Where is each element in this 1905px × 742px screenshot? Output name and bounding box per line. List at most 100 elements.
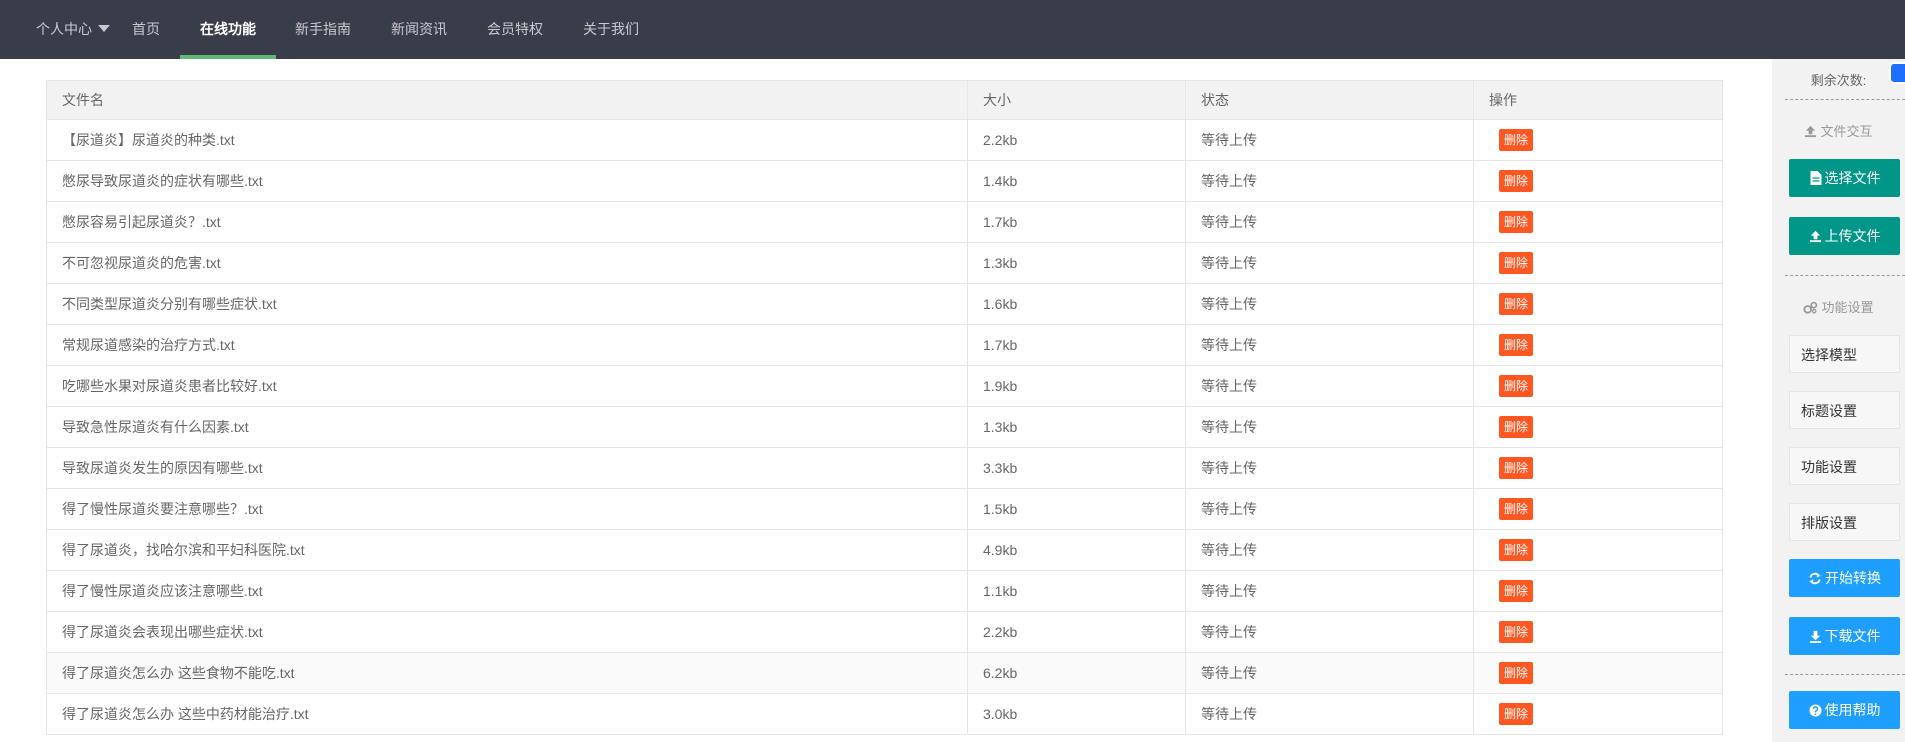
cell-size: 1.7kb xyxy=(967,201,1186,243)
nav-about[interactable]: 关于我们 xyxy=(583,0,639,59)
delete-button[interactable]: 删除 xyxy=(1499,129,1534,151)
table-header-row: 文件名 大小 状态 操作 xyxy=(46,80,1723,120)
title-settings-button[interactable]: 标题设置 xyxy=(1789,391,1900,429)
refresh-icon xyxy=(1809,572,1821,585)
delete-button[interactable]: 删除 xyxy=(1499,293,1534,315)
cell-filename: 导致尿道炎发生的原因有哪些.txt xyxy=(46,447,968,489)
nav-beginner-guide[interactable]: 新手指南 xyxy=(295,0,351,59)
start-convert-label: 开始转换 xyxy=(1825,570,1881,586)
delete-button[interactable]: 删除 xyxy=(1499,416,1534,438)
cell-actions: 删除 xyxy=(1473,201,1723,243)
file-table: 文件名 大小 状态 操作 【尿道炎】尿道炎的种类.txt 2.2kb 等待上传 删除憋… xyxy=(46,80,1723,735)
remaining-count: 剩余次数: xyxy=(1810,73,1867,88)
upload-icon xyxy=(1809,230,1821,243)
cell-filename: 得了尿道炎会表现出哪些症状.txt xyxy=(46,611,968,653)
cell-status: 等待上传 xyxy=(1185,406,1474,448)
cell-status: 等待上传 xyxy=(1185,447,1474,489)
nav-home[interactable]: 首页 xyxy=(132,0,160,59)
cell-filename: 得了尿道炎怎么办 这些中药材能治疗.txt xyxy=(46,693,968,735)
user-center-label: 个人中心 xyxy=(36,21,92,37)
nav-news[interactable]: 新闻资讯 xyxy=(391,0,447,59)
top-navbar: 个人中心 首页 在线功能 新手指南 新闻资讯 会员特权 关于我们 xyxy=(0,0,1905,59)
cell-actions: 删除 xyxy=(1473,242,1723,284)
delete-button[interactable]: 删除 xyxy=(1499,539,1534,561)
delete-button[interactable]: 删除 xyxy=(1499,375,1534,397)
table-row: 得了慢性尿道炎要注意哪些？.txt 1.5kb 等待上传 删除 xyxy=(46,488,1723,530)
layout-settings-button[interactable]: 排版设置 xyxy=(1789,503,1900,541)
delete-button[interactable]: 删除 xyxy=(1499,334,1534,356)
table-row: 不同类型尿道炎分别有哪些症状.txt 1.6kb 等待上传 删除 xyxy=(46,283,1723,325)
file-table-container: 文件名 大小 状态 操作 【尿道炎】尿道炎的种类.txt 2.2kb 等待上传 删除憋… xyxy=(46,80,1723,735)
download-file-button[interactable]: 下载文件 xyxy=(1789,617,1900,655)
delete-button[interactable]: 删除 xyxy=(1499,621,1534,643)
cell-actions: 删除 xyxy=(1473,119,1723,161)
table-row: 憋尿导致尿道炎的症状有哪些.txt 1.4kb 等待上传 删除 xyxy=(46,160,1723,202)
table-row: 常规尿道感染的治疗方式.txt 1.7kb 等待上传 删除 xyxy=(46,324,1723,366)
func-section-title: 功能设置 xyxy=(1772,297,1905,316)
cell-actions: 删除 xyxy=(1473,160,1723,202)
download-icon xyxy=(1809,630,1821,643)
cell-size: 1.5kb xyxy=(967,488,1186,530)
table-row: 得了尿道炎怎么办 这些中药材能治疗.txt 3.0kb 等待上传 删除 xyxy=(46,693,1723,735)
cell-actions: 删除 xyxy=(1473,447,1723,489)
chevron-down-icon xyxy=(98,25,110,32)
function-settings-button[interactable]: 功能设置 xyxy=(1789,447,1900,485)
help-label: 使用帮助 xyxy=(1824,702,1881,718)
table-row: 得了慢性尿道炎应该注意哪些.txt 1.1kb 等待上传 删除 xyxy=(46,570,1723,612)
cell-actions: 删除 xyxy=(1473,611,1723,653)
cell-size: 3.3kb xyxy=(967,447,1186,489)
cell-size: 1.6kb xyxy=(967,283,1186,325)
func-section-label: 功能设置 xyxy=(1821,300,1874,315)
select-model-button[interactable]: 选择模型 xyxy=(1789,335,1900,373)
divider xyxy=(1785,99,1905,100)
delete-button[interactable]: 删除 xyxy=(1499,580,1534,602)
help-button[interactable]: 使用帮助 xyxy=(1789,691,1900,729)
file-section-label: 文件交互 xyxy=(1820,124,1873,139)
upload-file-button[interactable]: 上传文件 xyxy=(1789,217,1900,255)
select-file-label: 选择文件 xyxy=(1824,170,1881,186)
delete-button[interactable]: 删除 xyxy=(1499,703,1534,725)
file-icon xyxy=(1810,171,1821,185)
delete-button[interactable]: 删除 xyxy=(1499,457,1534,479)
cell-status: 等待上传 xyxy=(1185,283,1474,325)
file-section-title: 文件交互 xyxy=(1772,121,1905,140)
cell-actions: 删除 xyxy=(1473,652,1723,694)
float-tool-icon[interactable] xyxy=(1889,62,1905,84)
user-center-menu[interactable]: 个人中心 xyxy=(36,0,110,59)
delete-button[interactable]: 删除 xyxy=(1499,498,1534,520)
question-circle-icon xyxy=(1808,704,1822,717)
cell-status: 等待上传 xyxy=(1185,652,1474,694)
table-row: 憋尿容易引起尿道炎？.txt 1.7kb 等待上传 删除 xyxy=(46,201,1723,243)
table-row: 不可忽视尿道炎的危害.txt 1.3kb 等待上传 删除 xyxy=(46,242,1723,284)
nav-vip[interactable]: 会员特权 xyxy=(487,0,543,59)
header-status: 状态 xyxy=(1185,80,1474,120)
cell-filename: 得了尿道炎，找哈尔滨和平妇科医院.txt xyxy=(46,529,968,571)
delete-button[interactable]: 删除 xyxy=(1499,170,1534,192)
select-file-button[interactable]: 选择文件 xyxy=(1789,159,1900,197)
cell-actions: 删除 xyxy=(1473,693,1723,735)
download-file-label: 下载文件 xyxy=(1824,628,1881,644)
cell-size: 1.4kb xyxy=(967,160,1186,202)
cell-status: 等待上传 xyxy=(1185,119,1474,161)
table-row: 导致急性尿道炎有什么因素.txt 1.3kb 等待上传 删除 xyxy=(46,406,1723,448)
cell-status: 等待上传 xyxy=(1185,201,1474,243)
start-convert-button[interactable]: 开始转换 xyxy=(1789,559,1900,597)
cell-filename: 不同类型尿道炎分别有哪些症状.txt xyxy=(46,283,968,325)
cell-size: 2.2kb xyxy=(967,119,1186,161)
cell-size: 1.9kb xyxy=(967,365,1186,407)
gears-icon xyxy=(1803,301,1818,314)
cell-actions: 删除 xyxy=(1473,365,1723,407)
delete-button[interactable]: 删除 xyxy=(1499,252,1534,274)
cell-actions: 删除 xyxy=(1473,324,1723,366)
cell-status: 等待上传 xyxy=(1185,529,1474,571)
table-row: 得了尿道炎会表现出哪些症状.txt 2.2kb 等待上传 删除 xyxy=(46,611,1723,653)
right-sidebar: 剩余次数: 文件交互 选择文件 上传文件 功能设置 选择模型 标题设置 功能设置… xyxy=(1772,59,1905,742)
cell-size: 1.1kb xyxy=(967,570,1186,612)
delete-button[interactable]: 删除 xyxy=(1499,662,1534,684)
delete-button[interactable]: 删除 xyxy=(1499,211,1534,233)
upload-icon xyxy=(1805,125,1817,138)
cell-size: 3.0kb xyxy=(967,693,1186,735)
cell-status: 等待上传 xyxy=(1185,242,1474,284)
table-row: 【尿道炎】尿道炎的种类.txt 2.2kb 等待上传 删除 xyxy=(46,119,1723,161)
nav-online-functions[interactable]: 在线功能 xyxy=(180,0,276,59)
